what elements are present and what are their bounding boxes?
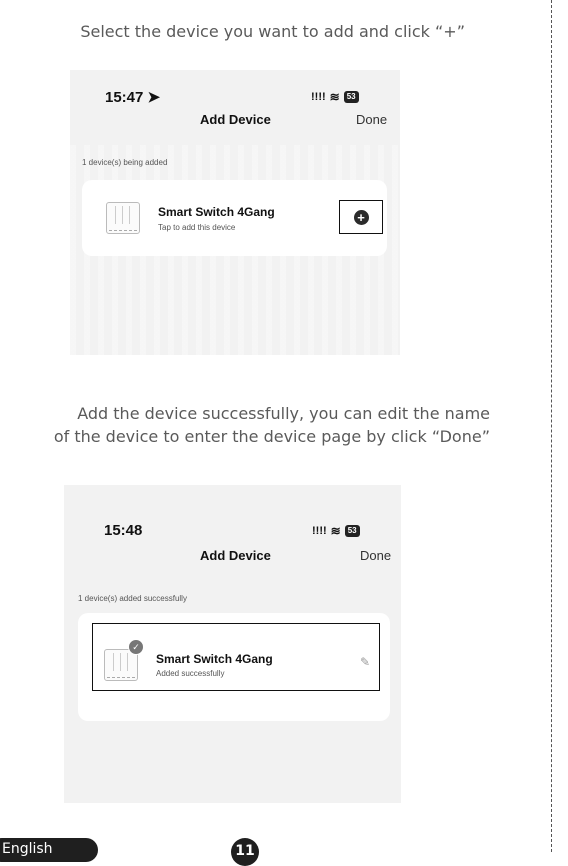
check-icon: ✓: [128, 639, 144, 655]
device-name: Smart Switch 4Gang: [158, 205, 275, 219]
plus-circle-icon: +: [353, 209, 369, 225]
status-time: 15:48: [104, 522, 143, 539]
device-name: Smart Switch 4Gang: [156, 652, 273, 666]
language-badge: English: [0, 838, 98, 862]
page-divider: [551, 0, 552, 852]
page-title: Add Device: [200, 112, 271, 127]
instruction-step1: Select the device you want to add and cl…: [80, 22, 465, 41]
done-button[interactable]: Done: [360, 548, 391, 563]
status-icons: !!!! ≋ 53: [311, 90, 359, 104]
device-card[interactable]: Smart Switch 4Gang Tap to add this devic…: [82, 180, 387, 256]
phone-screen-added: 15:48 !!!! ≋ 53 Add Device Done 1 device…: [64, 485, 401, 803]
pencil-icon[interactable]: ✎: [360, 655, 370, 669]
instruction-step2: Add the device successfully, you can edi…: [0, 402, 490, 448]
added-caption: 1 device(s) added successfully: [78, 594, 187, 603]
add-device-button[interactable]: +: [339, 200, 383, 234]
device-card[interactable]: ✓ Smart Switch 4Gang Added successfully …: [78, 613, 390, 721]
wifi-icon: ≋: [329, 90, 340, 104]
instruction-step2-line1: Add the device successfully, you can edi…: [77, 404, 490, 423]
device-subtitle: Added successfully: [156, 669, 225, 678]
battery-icon: 53: [343, 91, 359, 103]
device-subtitle: Tap to add this device: [158, 223, 236, 232]
phone-screen-adding: 15:47 ➤ !!!! ≋ 53 Add Device Done 1 devi…: [70, 70, 400, 355]
adding-caption: 1 device(s) being added: [82, 158, 168, 167]
switch-device-icon: [106, 202, 140, 234]
signal-icon: !!!!: [312, 525, 327, 537]
page-number: 11: [231, 838, 259, 866]
instruction-step2-line2: of the device to enter the device page b…: [53, 427, 490, 446]
done-button[interactable]: Done: [356, 112, 387, 127]
signal-icon: !!!!: [311, 91, 326, 103]
status-time: 15:47 ➤: [105, 89, 161, 106]
page-title: Add Device: [200, 548, 271, 563]
status-icons: !!!! ≋ 53: [312, 524, 360, 538]
wifi-icon: ≋: [330, 524, 341, 538]
location-arrow-icon: ➤: [147, 89, 161, 106]
battery-icon: 53: [344, 525, 360, 537]
